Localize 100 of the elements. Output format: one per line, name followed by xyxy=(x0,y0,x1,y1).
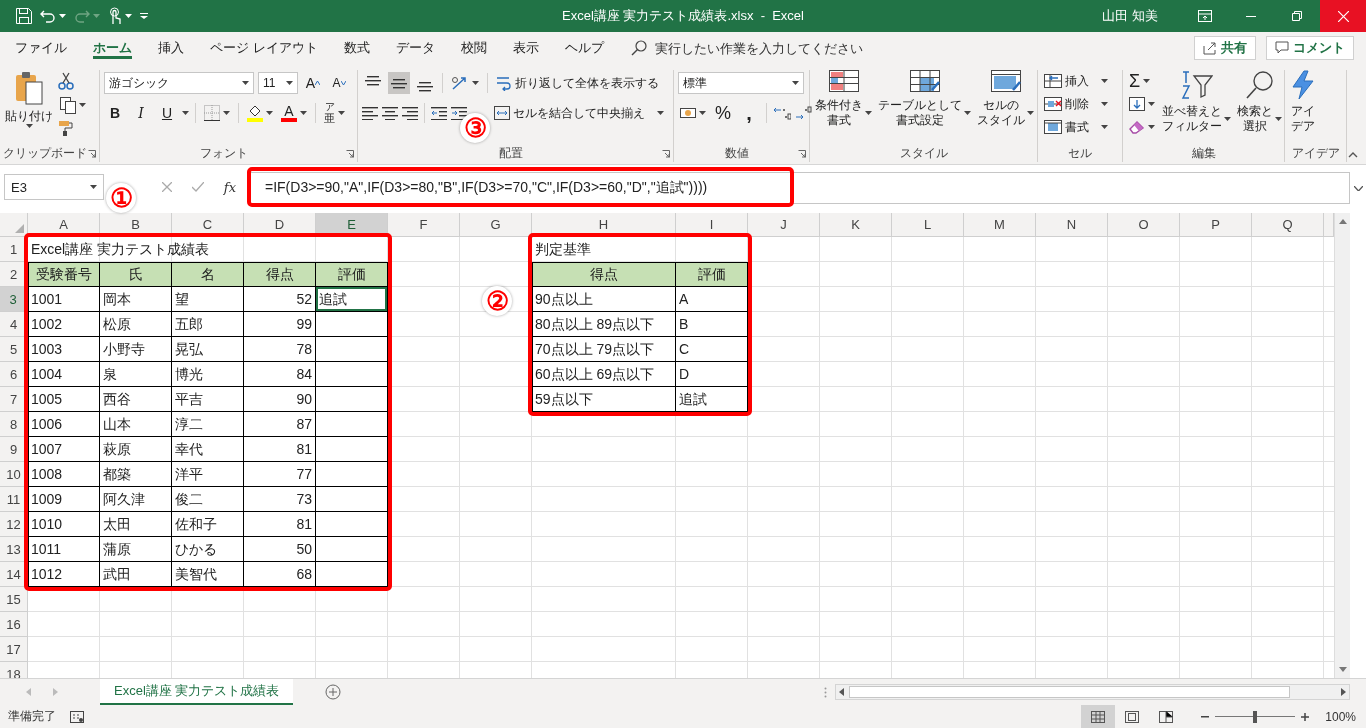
format-button[interactable]: 書式 xyxy=(1042,116,1110,138)
horizontal-scrollbar[interactable] xyxy=(835,684,1350,700)
dialog-launcher-icon[interactable] xyxy=(346,150,354,158)
column-header[interactable]: G xyxy=(460,213,532,237)
caret-icon[interactable] xyxy=(657,111,664,115)
caret-icon[interactable] xyxy=(223,111,230,115)
grid-icon[interactable] xyxy=(909,70,940,92)
caret-icon[interactable] xyxy=(79,103,86,107)
sort-filter-icon[interactable] xyxy=(1180,70,1213,100)
add-sheet-icon[interactable] xyxy=(325,684,342,700)
caret-icon[interactable] xyxy=(1101,102,1108,106)
caret-icon[interactable] xyxy=(1148,125,1155,129)
ideas-button[interactable]: アイ デア xyxy=(1289,70,1317,134)
cells-icon[interactable] xyxy=(1044,120,1062,134)
align-left-icon[interactable] xyxy=(362,106,378,120)
share-icon[interactable] xyxy=(1203,41,1217,55)
undo-icon[interactable] xyxy=(40,9,56,23)
caret-icon[interactable] xyxy=(1027,111,1034,115)
find-select-button[interactable]: 検索と 選択 xyxy=(1236,70,1283,134)
name-box[interactable]: E3 xyxy=(4,174,104,200)
cells-icon[interactable] xyxy=(1044,97,1062,111)
dialog-launcher-icon[interactable] xyxy=(798,150,806,158)
column-header[interactable]: O xyxy=(1108,213,1180,237)
caret-icon[interactable] xyxy=(266,111,273,115)
menu-tab[interactable]: ページ レイアウト xyxy=(197,32,331,64)
shrink-font-button[interactable]: A xyxy=(328,72,350,94)
caret-icon[interactable] xyxy=(338,111,345,115)
cell-styles-button[interactable]: セルの スタイル xyxy=(976,70,1035,128)
collapse-ribbon-icon[interactable] xyxy=(1348,152,1358,158)
font-size-field[interactable]: 11 xyxy=(258,72,298,94)
increase-decimal-icon[interactable] xyxy=(773,105,791,121)
close-icon[interactable] xyxy=(1337,10,1349,22)
column-header[interactable]: K xyxy=(820,213,892,237)
macro-record-icon[interactable] xyxy=(70,710,84,723)
caret-icon[interactable] xyxy=(1143,79,1151,83)
percent-button[interactable]: % xyxy=(712,102,734,124)
format-painter-icon[interactable] xyxy=(58,120,74,136)
caret-icon[interactable] xyxy=(1275,117,1282,121)
caret-icon[interactable] xyxy=(286,81,293,85)
save-icon[interactable] xyxy=(16,8,32,24)
column-header[interactable]: P xyxy=(1180,213,1252,237)
caret-icon[interactable] xyxy=(792,81,799,85)
caret-icon[interactable] xyxy=(1101,125,1108,129)
vertical-scrollbar[interactable] xyxy=(1334,213,1350,678)
copy-icon[interactable] xyxy=(60,96,76,114)
cells-icon[interactable] xyxy=(1044,74,1062,88)
magnifier-icon[interactable] xyxy=(1244,70,1275,100)
menu-tab[interactable]: 表示 xyxy=(499,32,552,64)
lightning-icon[interactable] xyxy=(1290,70,1316,100)
fill-down-icon[interactable] xyxy=(1129,97,1145,111)
grid-icon[interactable] xyxy=(828,70,859,92)
number-format-field[interactable]: 標準 xyxy=(678,72,804,94)
eraser-icon[interactable] xyxy=(1129,120,1145,134)
decrease-decimal-icon[interactable] xyxy=(795,105,813,121)
caret-icon[interactable] xyxy=(964,111,971,115)
conditional-format-button[interactable]: 条件付き 書式 xyxy=(814,70,873,128)
dialog-launcher-icon[interactable] xyxy=(88,150,96,158)
align-center-icon[interactable] xyxy=(382,106,398,120)
caret-down-icon[interactable] xyxy=(340,81,346,85)
caret-icon[interactable] xyxy=(1224,117,1231,121)
merge-center-button[interactable]: セルを結合して中央揃え xyxy=(492,102,666,124)
expand-formula-icon[interactable] xyxy=(1353,185,1363,191)
borders-button[interactable] xyxy=(202,102,232,124)
menu-tab[interactable]: ヘルプ xyxy=(551,32,617,64)
orientation-icon[interactable] xyxy=(451,75,469,91)
touch-mode-icon[interactable] xyxy=(108,7,122,25)
text-style-button[interactable]: U xyxy=(156,102,178,124)
row-header[interactable]: 16 xyxy=(0,612,28,637)
column-header[interactable]: J xyxy=(748,213,820,237)
comment-icon[interactable] xyxy=(1275,41,1289,55)
menu-tab[interactable]: 数式 xyxy=(330,32,383,64)
sort-filter-button[interactable]: 並べ替えと フィルター xyxy=(1161,70,1232,134)
row-header[interactable]: 18 xyxy=(0,662,28,678)
column-header[interactable]: N xyxy=(1036,213,1108,237)
menu-tab[interactable]: データ xyxy=(382,32,448,64)
menu-tab[interactable]: ホーム xyxy=(80,32,145,64)
copy-button[interactable] xyxy=(58,94,88,116)
caret-icon[interactable] xyxy=(300,111,307,115)
delete-button[interactable]: 削除 xyxy=(1042,93,1110,115)
caret-icon[interactable] xyxy=(90,185,97,189)
caret-icon[interactable] xyxy=(242,81,249,85)
splitter-icon[interactable] xyxy=(824,686,827,698)
font-name-field[interactable]: 游ゴシック xyxy=(104,72,254,94)
search-icon[interactable] xyxy=(630,40,647,56)
column-header[interactable]: F xyxy=(388,213,460,237)
borders-icon[interactable] xyxy=(204,105,220,121)
row-header[interactable]: 17 xyxy=(0,637,28,662)
menu-tab[interactable]: 挿入 xyxy=(145,32,197,64)
currency-icon[interactable] xyxy=(680,106,696,120)
format-table-button[interactable]: テーブルとして 書式設定 xyxy=(877,70,972,128)
search-field[interactable]: 実行したい作業を入力してください xyxy=(654,40,875,56)
zoom-level[interactable]: 100% xyxy=(1325,709,1356,724)
scroll-left-icon[interactable] xyxy=(839,688,844,696)
share-button[interactable]: 共有 xyxy=(1194,36,1256,60)
align-right-icon[interactable] xyxy=(402,106,418,120)
menu-tab[interactable]: ファイル xyxy=(2,32,80,64)
caret-icon[interactable] xyxy=(182,111,189,115)
comma-style-button[interactable]: , xyxy=(738,102,760,124)
view-icon[interactable] xyxy=(1125,710,1140,723)
font-color-button[interactable]: A xyxy=(279,102,309,124)
